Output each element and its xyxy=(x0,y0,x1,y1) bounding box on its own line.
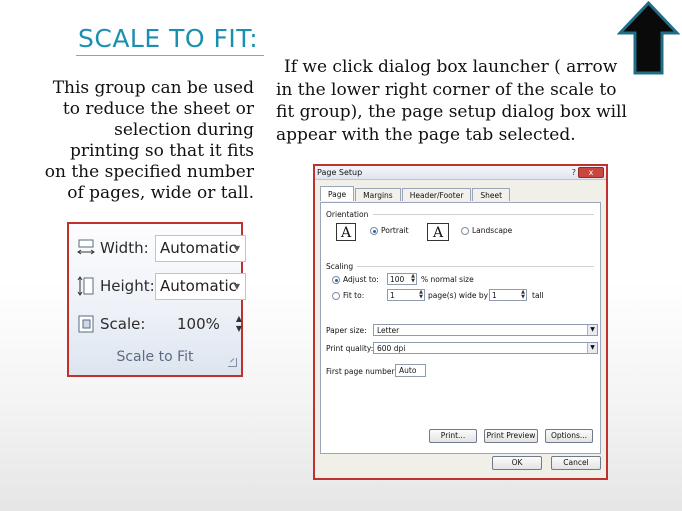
dropdown-arrow-icon: ▼ xyxy=(233,243,240,253)
pages-wide-by-label: page(s) wide by xyxy=(428,291,489,300)
slide-title: SCALE TO FIT: xyxy=(76,24,265,56)
orientation-divider xyxy=(373,214,594,215)
scale-label: Scale: xyxy=(100,315,146,333)
instruction-first-line: If we click dialog box launcher ( arrow xyxy=(284,57,618,77)
portrait-icon: A xyxy=(336,223,356,241)
close-button[interactable]: x xyxy=(578,167,604,178)
options-button[interactable]: Options... xyxy=(545,429,593,443)
pages-wide-spinner[interactable]: 1 ▲ ▼ xyxy=(387,289,425,301)
group-caption: Scale to Fit xyxy=(116,349,194,365)
tab-header-footer[interactable]: Header/Footer xyxy=(401,188,472,201)
ok-button[interactable]: OK xyxy=(492,456,542,470)
landscape-icon: A xyxy=(427,223,449,241)
landscape-label: Landscape xyxy=(472,226,513,235)
landscape-radio[interactable] xyxy=(461,227,469,235)
dialog-launcher-icon[interactable] xyxy=(228,358,237,367)
adjust-to-label: Adjust to: xyxy=(343,275,379,284)
scaling-label: Scaling xyxy=(326,262,354,271)
fit-to-radio[interactable] xyxy=(332,292,340,300)
first-page-number-input[interactable]: Auto xyxy=(395,364,426,377)
help-icon[interactable]: ? xyxy=(572,168,576,177)
chevron-down-icon: ▼ xyxy=(587,325,597,335)
dropdown-arrow-icon: ▼ xyxy=(233,281,240,291)
fit-to-label: Fit to: xyxy=(343,291,365,300)
pages-tall-spinner[interactable]: 1 ▲ ▼ xyxy=(489,289,527,301)
tab-sheet[interactable]: Sheet xyxy=(472,188,511,201)
print-quality-label: Print quality: xyxy=(326,344,374,353)
print-button[interactable]: Print... xyxy=(429,429,477,443)
dialog-titlebar: Page Setup ? x xyxy=(315,166,606,180)
adjust-to-spinner[interactable]: 100 ▲ ▼ xyxy=(387,273,417,285)
height-label: Height: xyxy=(100,277,155,295)
width-label: Width: xyxy=(100,239,149,257)
paper-size-select[interactable]: Letter ▼ xyxy=(373,324,598,336)
tall-label: tall xyxy=(532,291,544,300)
scale-row: Scale: 100% ▲ ▼ xyxy=(77,310,242,338)
scaling-divider xyxy=(357,266,594,267)
dialog-title: Page Setup xyxy=(317,168,363,177)
scale-spinner[interactable]: 100% ▲ ▼ xyxy=(173,311,246,338)
portrait-radio[interactable] xyxy=(370,227,378,235)
title-underline xyxy=(76,55,265,56)
width-icon xyxy=(77,239,95,255)
spin-arrows-icon[interactable]: ▲ ▼ xyxy=(411,274,415,284)
print-preview-button[interactable]: Print Preview xyxy=(484,429,538,443)
spin-arrows-icon[interactable]: ▲ ▼ xyxy=(521,290,525,300)
pages-wide-value: 1 xyxy=(390,291,395,300)
tab-margins[interactable]: Margins xyxy=(355,188,401,201)
spin-arrows-icon[interactable]: ▲ ▼ xyxy=(236,314,242,334)
height-icon xyxy=(77,276,94,296)
scale-icon xyxy=(78,315,94,333)
spin-arrows-icon[interactable]: ▲ ▼ xyxy=(419,290,423,300)
tab-page[interactable]: Page xyxy=(320,186,355,201)
print-quality-select[interactable]: 600 dpi ▼ xyxy=(373,342,598,354)
instruction-text: If we click dialog box launcher ( arrow … xyxy=(276,56,636,146)
width-value: Automatic xyxy=(160,239,237,257)
paper-size-value: Letter xyxy=(377,326,400,335)
adjust-to-radio[interactable] xyxy=(332,276,340,284)
scale-to-fit-group: Width: Automatic ▼ Height: Automatic ▼ S… xyxy=(67,222,246,377)
orientation-label: Orientation xyxy=(326,210,369,219)
cancel-button[interactable]: Cancel xyxy=(551,456,601,470)
description-text: This group can be used to reduce the she… xyxy=(44,78,254,203)
height-dropdown[interactable]: Automatic ▼ xyxy=(155,272,246,300)
height-row: Height: Automatic ▼ xyxy=(77,272,246,300)
first-page-number-label: First page number: xyxy=(326,367,397,376)
page-tab-panel: Orientation A Portrait A Landscape Scali… xyxy=(320,202,601,454)
width-dropdown[interactable]: Automatic ▼ xyxy=(155,234,246,262)
portrait-label: Portrait xyxy=(381,226,409,235)
print-quality-value: 600 dpi xyxy=(377,344,406,353)
page-setup-dialog: Page Setup ? x Page Margins Header/Foote… xyxy=(313,164,608,480)
pages-tall-value: 1 xyxy=(492,291,497,300)
instruction-rest: in the lower right corner of the scale t… xyxy=(276,79,627,145)
paper-size-label: Paper size: xyxy=(326,326,367,335)
chevron-down-icon: ▼ xyxy=(587,343,597,353)
scale-value: 100% xyxy=(177,315,220,333)
adjust-to-value: 100 xyxy=(390,275,405,284)
normal-size-label: % normal size xyxy=(421,275,474,284)
height-value: Automatic xyxy=(160,277,237,295)
dialog-tabs: Page Margins Header/Footer Sheet xyxy=(320,186,511,201)
width-row: Width: Automatic ▼ xyxy=(77,234,246,262)
slide-title-text: SCALE TO FIT: xyxy=(78,24,259,53)
